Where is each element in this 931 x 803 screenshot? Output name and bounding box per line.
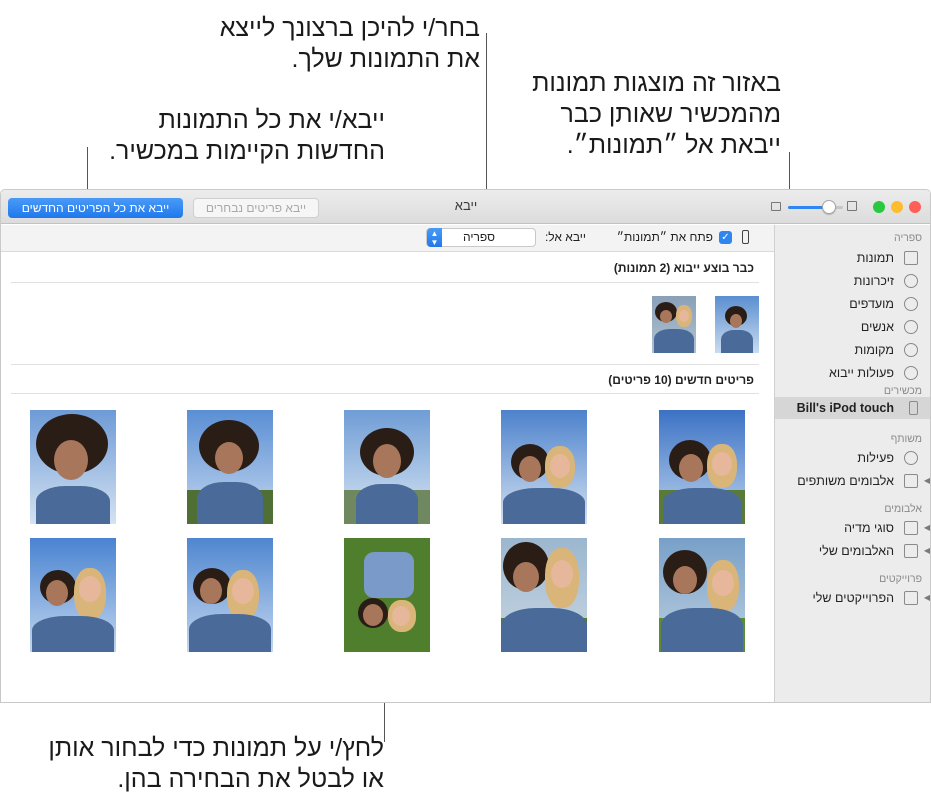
sidebar-item-activity[interactable]: פעילות xyxy=(780,447,920,469)
cloud-icon xyxy=(904,451,918,465)
already-imported-header: כבר בוצע ייבוא (2 תמונות) xyxy=(11,253,759,283)
callout-destination: בחר/י להיכן ברצונך לייצא את התמונות שלך. xyxy=(220,13,480,75)
sidebar-header-library: ספריה xyxy=(894,232,922,244)
import-window: ייבא את כל הפריטים החדשים ייבא פריטים נב… xyxy=(0,189,931,703)
photos-icon xyxy=(904,251,918,265)
callout-line: את התמונות שלך. xyxy=(291,45,480,73)
sidebar-header-albums: אלבומים xyxy=(884,503,922,515)
callout-line: בחר/י להיכן ברצונך לייצא xyxy=(219,14,480,42)
sidebar-item-imports[interactable]: פעולות ייבוא xyxy=(780,362,920,384)
sidebar-item-my-projects[interactable]: ◀ הפרוייקטים שלי xyxy=(780,587,930,609)
new-photo[interactable] xyxy=(659,538,745,652)
new-photo[interactable] xyxy=(659,410,745,524)
new-photo[interactable] xyxy=(30,538,116,652)
new-photo[interactable] xyxy=(344,538,430,652)
sidebar-item-people[interactable]: אנשים xyxy=(780,316,920,338)
sidebar-item-photos[interactable]: תמונות xyxy=(780,247,920,269)
memories-icon xyxy=(904,274,918,288)
import-destination-value: ספריה xyxy=(463,230,495,244)
new-photo[interactable] xyxy=(344,410,430,524)
close-window-button[interactable] xyxy=(909,201,921,213)
album-icon xyxy=(904,474,918,488)
album-icon xyxy=(904,544,918,558)
open-photos-label: פתח את ״תמונות״ xyxy=(616,230,713,244)
imported-photo[interactable] xyxy=(652,296,696,353)
callout-line: ייבא/י את כל התמונות xyxy=(158,106,385,134)
disclosure-triangle-icon[interactable]: ◀ xyxy=(924,587,930,609)
pin-icon xyxy=(904,343,918,357)
callout-line: החדשות הקיימות במכשיר. xyxy=(109,137,385,165)
sidebar-item-memories[interactable]: זיכרונות xyxy=(780,270,920,292)
import-all-new-button[interactable]: ייבא את כל הפריטים החדשים xyxy=(8,198,183,218)
large-thumbnails-icon xyxy=(847,201,857,211)
disclosure-triangle-icon[interactable]: ◀ xyxy=(924,540,930,562)
callout-line: באזור זה מוצגות תמונות xyxy=(532,69,781,97)
new-photo[interactable] xyxy=(501,538,587,652)
callout-line: מהמכשיר שאותן כבר xyxy=(560,100,781,128)
sidebar-item-media-types[interactable]: ◀ סוגי מדיה xyxy=(780,517,930,539)
sidebar-item-favorites[interactable]: מועדפים xyxy=(780,293,920,315)
new-photo[interactable] xyxy=(30,410,116,524)
minimize-window-button[interactable] xyxy=(891,201,903,213)
disclosure-triangle-icon[interactable]: ◀ xyxy=(924,517,930,539)
clock-icon xyxy=(904,366,918,380)
sidebar-header-projects: פרוייקטים xyxy=(879,573,922,585)
new-items-header: פריטים חדשים (10 פריטים) xyxy=(11,364,759,394)
import-selected-button[interactable]: ייבא פריטים נבחרים xyxy=(193,198,319,218)
sidebar: ספריה תמונות זיכרונות מועדפים אנשים מקומ… xyxy=(774,225,930,702)
disclosure-triangle-icon[interactable]: ◀ xyxy=(924,470,930,492)
person-icon xyxy=(904,320,918,334)
import-options-bar: ✓ פתח את ״תמונות״ ייבא אל: ▲ ▼ ספריה xyxy=(1,225,774,252)
callout-already-imported: באזור זה מוצגות תמונות מהמכשיר שאותן כבר… xyxy=(532,68,781,161)
new-photo[interactable] xyxy=(187,538,273,652)
callout-line: ייבאת אל ״תמונות״. xyxy=(566,131,781,159)
slider-knob[interactable] xyxy=(822,200,837,214)
sidebar-item-device[interactable]: Bill's iPod touch xyxy=(780,397,920,419)
callout-line: לחץ/י על תמונות כדי לבחור אותן xyxy=(48,734,384,762)
callout-import-all: ייבא/י את כל התמונות החדשות הקיימות במכש… xyxy=(109,105,385,167)
title-bar: ייבא את כל הפריטים החדשים ייבא פריטים נב… xyxy=(1,190,930,224)
sidebar-header-shared: משותף xyxy=(890,433,922,445)
import-destination-select[interactable]: ▲ ▼ ספריה xyxy=(426,228,536,247)
sidebar-item-my-albums[interactable]: ◀ האלבומים שלי xyxy=(780,540,930,562)
new-photo[interactable] xyxy=(501,410,587,524)
sidebar-header-devices: מכשירים xyxy=(883,385,922,397)
heart-icon xyxy=(904,297,918,311)
callout-line: או לבטל את הבחירה בהן. xyxy=(117,765,384,793)
ipod-icon xyxy=(909,401,918,415)
import-to-label: ייבא אל: xyxy=(544,230,586,244)
zoom-window-button[interactable] xyxy=(873,201,885,213)
device-icon xyxy=(742,230,749,244)
sidebar-item-shared-albums[interactable]: ◀ אלבומים משותפים xyxy=(780,470,930,492)
album-icon xyxy=(904,591,918,605)
open-photos-checkbox[interactable]: ✓ xyxy=(719,231,732,244)
new-photo[interactable] xyxy=(187,410,273,524)
album-icon xyxy=(904,521,918,535)
window-title: ייבא xyxy=(454,198,478,213)
select-arrows-icon: ▲ ▼ xyxy=(427,228,442,247)
imported-photo[interactable] xyxy=(715,296,759,353)
callout-select-photos: לחץ/י על תמונות כדי לבחור אותן או לבטל א… xyxy=(48,733,384,795)
sidebar-item-places[interactable]: מקומות xyxy=(780,339,920,361)
leader-line-destination xyxy=(486,33,487,211)
small-thumbnails-icon xyxy=(771,202,781,211)
